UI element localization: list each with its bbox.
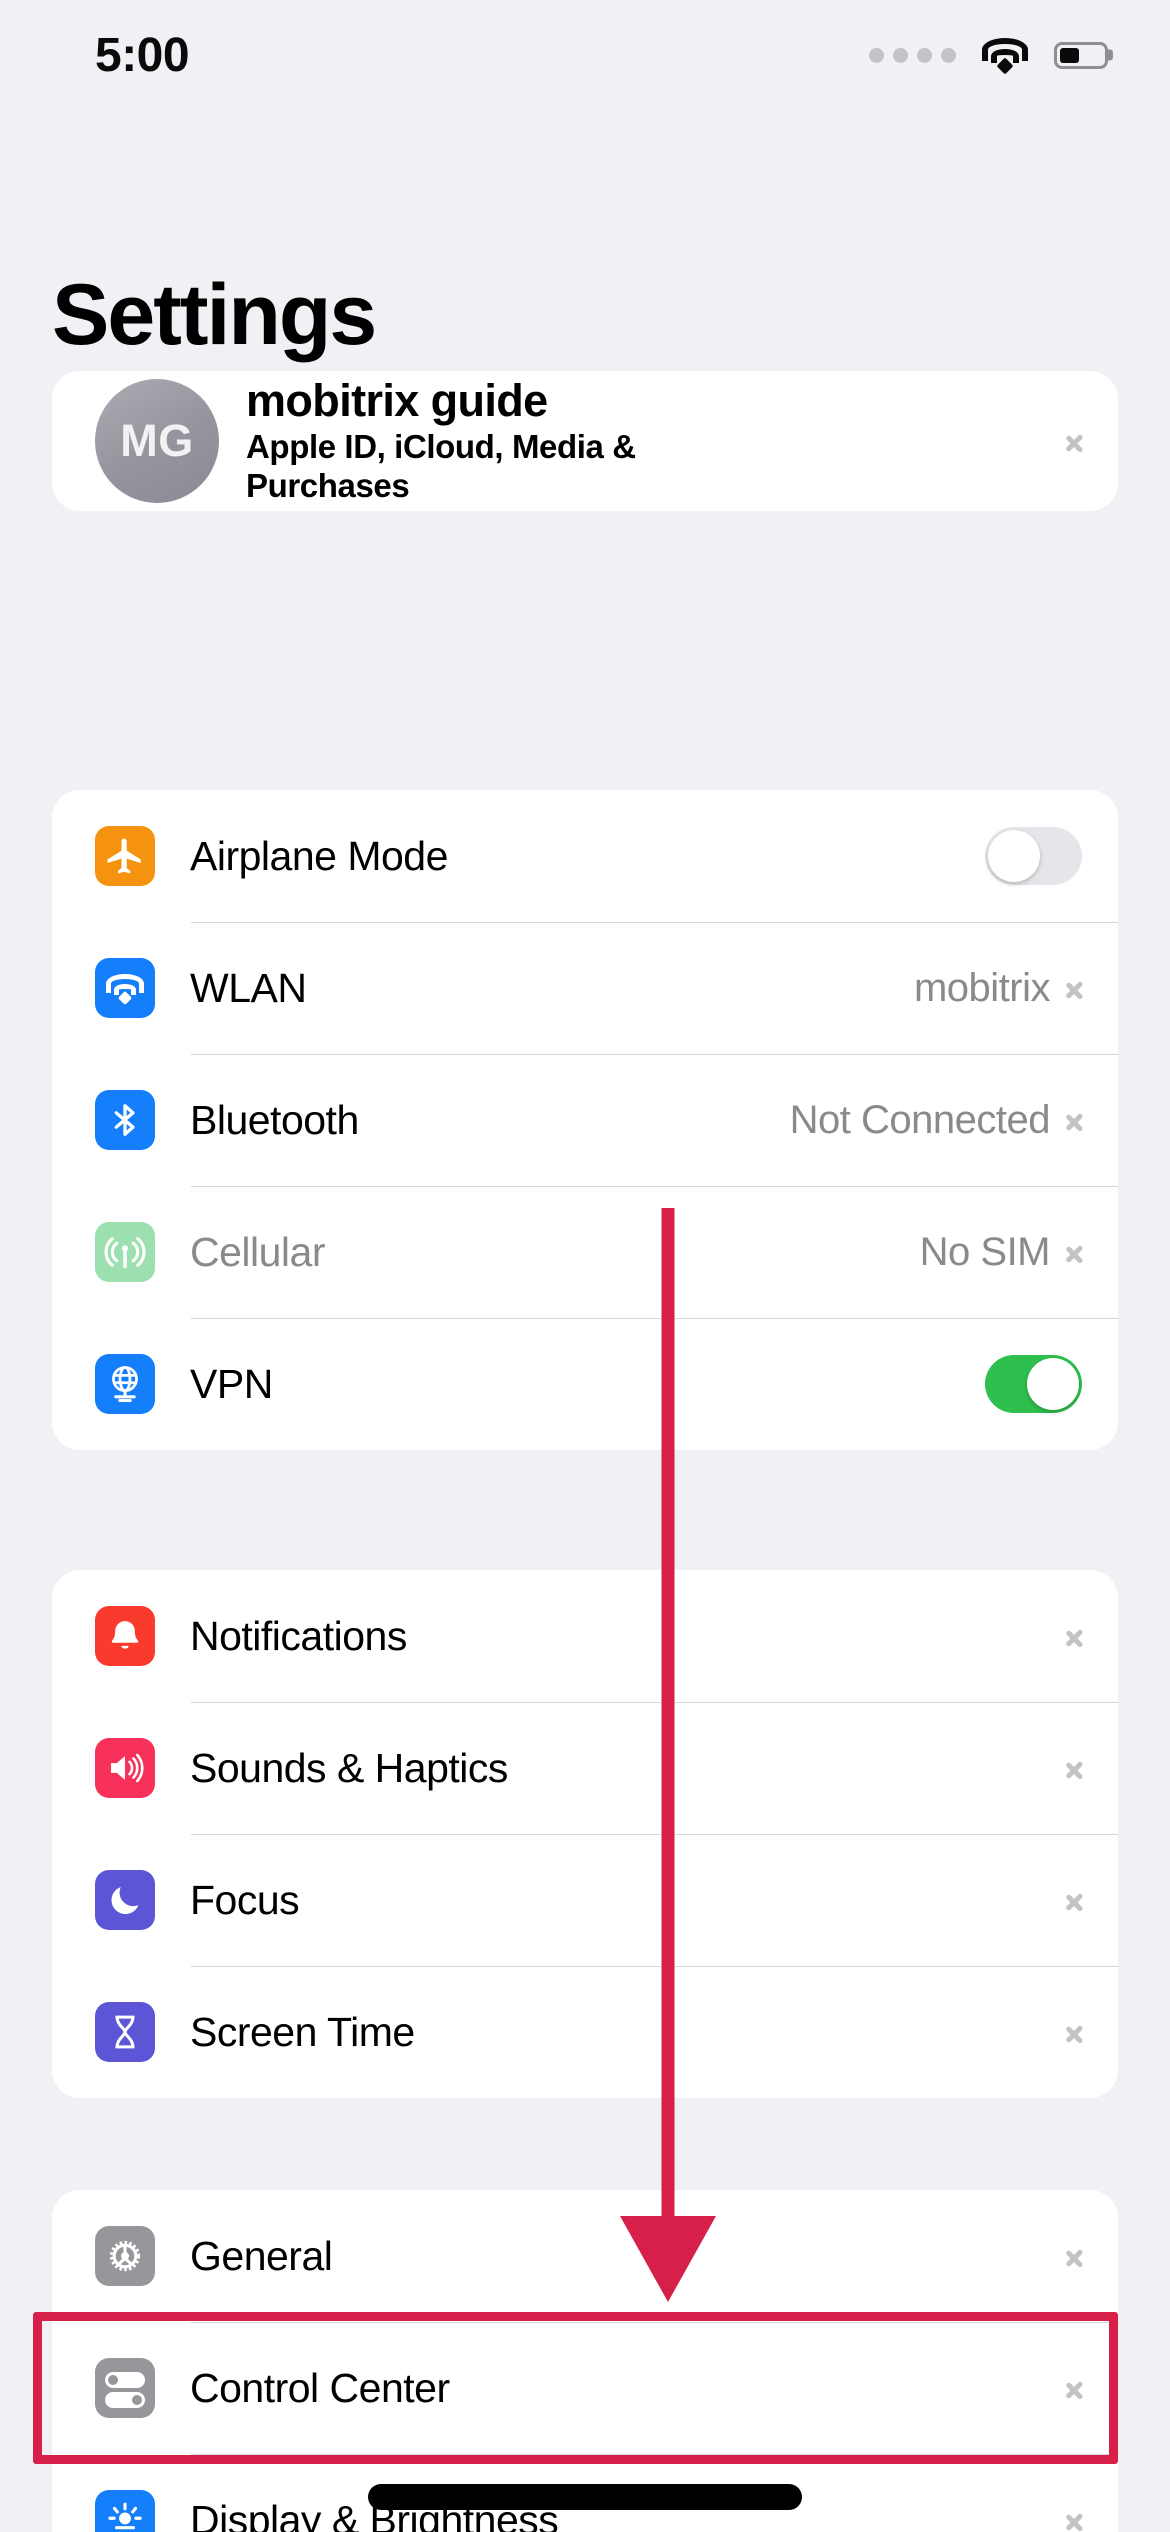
brightness-icon bbox=[95, 2490, 155, 2532]
settings-group-connectivity: Airplane Mode WLAN mobitrix Bluetooth No… bbox=[52, 790, 1118, 1450]
settings-group-alerts: Notifications Sounds & Haptics Focus Scr… bbox=[52, 1570, 1118, 2098]
chevron-right-icon bbox=[1066, 2241, 1082, 2271]
signal-dots-icon bbox=[869, 47, 956, 63]
chevron-right-icon bbox=[1066, 2017, 1082, 2047]
settings-row-label: Focus bbox=[190, 1876, 300, 1923]
settings-row-label: Airplane Mode bbox=[190, 832, 448, 879]
vpn-toggle[interactable] bbox=[985, 1355, 1082, 1413]
chevron-right-icon bbox=[1066, 426, 1082, 456]
settings-row-value: No SIM bbox=[919, 1229, 1051, 1274]
airplane-icon bbox=[95, 826, 155, 886]
settings-row-sounds-haptics[interactable]: Sounds & Haptics bbox=[52, 1702, 1118, 1834]
settings-row-label: Control Center bbox=[190, 2364, 450, 2411]
settings-row-label: Bluetooth bbox=[190, 1096, 359, 1143]
settings-row-screen-time[interactable]: Screen Time bbox=[52, 1966, 1118, 2098]
row-accessory bbox=[1066, 2241, 1082, 2271]
gear-icon bbox=[95, 2226, 155, 2286]
account-card[interactable]: MG mobitrix guide Apple ID, iCloud, Medi… bbox=[52, 371, 1118, 511]
status-bar-indicators bbox=[869, 38, 1108, 75]
settings-group-system: General Control Center Display & Brightn… bbox=[52, 2190, 1118, 2532]
home-indicator[interactable] bbox=[368, 2484, 802, 2510]
speaker-icon bbox=[95, 1738, 155, 1798]
settings-row-cellular[interactable]: Cellular No SIM bbox=[52, 1186, 1118, 1318]
chevron-right-icon bbox=[1066, 1885, 1082, 1915]
chevron-right-icon bbox=[1066, 2505, 1082, 2532]
chevron-right-icon bbox=[1066, 2373, 1082, 2403]
row-accessory bbox=[1066, 2505, 1082, 2532]
moon-icon bbox=[95, 1870, 155, 1930]
chevron-right-icon bbox=[1066, 1621, 1082, 1651]
settings-row-label: WLAN bbox=[190, 964, 307, 1011]
settings-row-general[interactable]: General bbox=[52, 2190, 1118, 2322]
chevron-right-icon bbox=[1066, 1753, 1082, 1783]
settings-row-airplane-mode[interactable]: Airplane Mode bbox=[52, 790, 1118, 922]
settings-row-label: Notifications bbox=[190, 1612, 407, 1659]
status-bar: 5:00 bbox=[0, 0, 1170, 110]
row-accessory bbox=[1066, 2373, 1082, 2403]
status-bar-time: 5:00 bbox=[95, 28, 190, 82]
cellular-icon bbox=[95, 1222, 155, 1282]
settings-row-control-center[interactable]: Control Center bbox=[52, 2322, 1118, 2454]
settings-row-wlan[interactable]: WLAN mobitrix bbox=[52, 922, 1118, 1054]
wifi-icon bbox=[95, 958, 155, 1018]
chevron-right-icon bbox=[1066, 973, 1082, 1003]
account-accessory bbox=[1066, 426, 1082, 456]
settings-row-label: General bbox=[190, 2232, 333, 2279]
account-name: mobitrix guide bbox=[246, 374, 548, 426]
row-accessory bbox=[1066, 1621, 1082, 1651]
control-center-icon bbox=[95, 2358, 155, 2418]
chevron-right-icon bbox=[1066, 1105, 1082, 1135]
settings-row-label: Cellular bbox=[190, 1228, 326, 1275]
row-accessory bbox=[1066, 1753, 1082, 1783]
row-accessory bbox=[985, 1355, 1082, 1413]
row-accessory: mobitrix bbox=[914, 966, 1082, 1011]
settings-row-vpn[interactable]: VPN bbox=[52, 1318, 1118, 1450]
settings-row-bluetooth[interactable]: Bluetooth Not Connected bbox=[52, 1054, 1118, 1186]
hourglass-icon bbox=[95, 2002, 155, 2062]
row-accessory: No SIM bbox=[920, 1230, 1082, 1275]
account-subtitle: Apple ID, iCloud, Media & Purchases bbox=[246, 428, 636, 505]
settings-row-label: VPN bbox=[190, 1360, 273, 1407]
avatar: MG bbox=[95, 379, 219, 503]
settings-row-label: Sounds & Haptics bbox=[190, 1744, 508, 1791]
row-accessory: Not Connected bbox=[790, 1098, 1082, 1143]
row-accessory bbox=[985, 827, 1082, 885]
airplane-mode-toggle[interactable] bbox=[985, 827, 1082, 885]
bell-icon bbox=[95, 1606, 155, 1666]
account-text: mobitrix guide Apple ID, iCloud, Media &… bbox=[246, 374, 716, 506]
battery-icon bbox=[1054, 41, 1108, 69]
chevron-right-icon bbox=[1066, 1237, 1082, 1267]
bluetooth-icon bbox=[95, 1090, 155, 1150]
apple-id-row[interactable]: MG mobitrix guide Apple ID, iCloud, Medi… bbox=[52, 371, 1118, 511]
page-title: Settings bbox=[52, 267, 377, 363]
vpn-globe-icon bbox=[95, 1354, 155, 1414]
row-accessory bbox=[1066, 1885, 1082, 1915]
settings-row-value: Not Connected bbox=[789, 1097, 1051, 1142]
wifi-icon bbox=[982, 38, 1028, 75]
settings-row-focus[interactable]: Focus bbox=[52, 1834, 1118, 1966]
settings-row-notifications[interactable]: Notifications bbox=[52, 1570, 1118, 1702]
settings-row-label: Screen Time bbox=[190, 2008, 415, 2055]
settings-row-value: mobitrix bbox=[913, 965, 1051, 1010]
row-accessory bbox=[1066, 2017, 1082, 2047]
